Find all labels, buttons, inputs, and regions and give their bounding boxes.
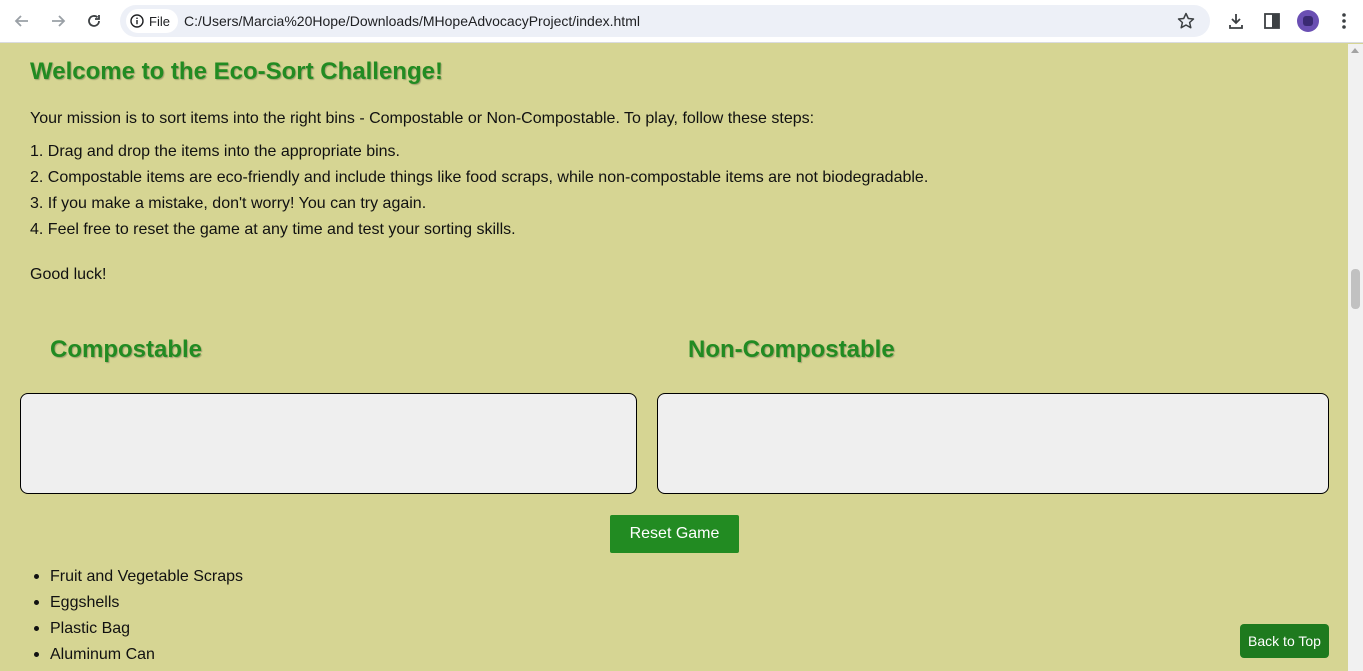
site-info-label: File — [149, 13, 170, 29]
browser-toolbar: File C:/Users/Marcia%20Hope/Downloads/MH… — [0, 0, 1363, 43]
page-content: Welcome to the Eco-Sort Challenge! Your … — [0, 44, 1348, 671]
instruction-steps: 1. Drag and drop the items into the appr… — [30, 142, 928, 246]
non-compostable-bin[interactable] — [657, 393, 1329, 494]
step-item: 3. If you make a mistake, don't worry! Y… — [30, 195, 427, 212]
url-text[interactable]: C:/Users/Marcia%20Hope/Downloads/MHopeAd… — [184, 13, 640, 29]
forward-arrow-icon[interactable] — [44, 7, 72, 35]
sortable-items-list: Fruit and Vegetable Scraps Eggshells Pla… — [33, 567, 243, 671]
non-compostable-heading: Non-Compostable — [688, 336, 895, 363]
intro-text: Your mission is to sort items into the r… — [30, 110, 815, 127]
page-title: Welcome to the Eco-Sort Challenge! — [30, 58, 443, 85]
compostable-heading: Compostable — [50, 336, 203, 363]
reload-icon[interactable] — [80, 7, 108, 35]
scroll-thumb[interactable] — [1351, 269, 1360, 309]
scroll-up-arrow-icon[interactable] — [1351, 48, 1359, 53]
side-panel-icon[interactable] — [1260, 9, 1284, 33]
star-icon[interactable] — [1176, 11, 1196, 31]
draggable-item[interactable]: Fruit and Vegetable Scraps — [33, 567, 243, 593]
back-arrow-icon[interactable] — [8, 7, 36, 35]
download-icon[interactable] — [1224, 9, 1248, 33]
step-item: 4. Feel free to reset the game at any ti… — [30, 221, 516, 238]
step-item: 2. Compostable items are eco-friendly an… — [30, 169, 929, 186]
draggable-item[interactable]: Plastic Bag — [33, 619, 243, 645]
draggable-item[interactable]: Eggshells — [33, 593, 243, 619]
site-info-chip[interactable]: File — [126, 9, 178, 33]
reset-game-button[interactable]: Reset Game — [610, 515, 739, 553]
back-to-top-button[interactable]: Back to Top — [1240, 624, 1329, 658]
address-bar[interactable]: File C:/Users/Marcia%20Hope/Downloads/MH… — [120, 5, 1210, 37]
draggable-item[interactable]: Aluminum Can — [33, 645, 243, 671]
step-item: 1. Drag and drop the items into the appr… — [30, 143, 400, 160]
good-luck-text: Good luck! — [30, 266, 107, 283]
info-icon — [130, 14, 144, 28]
scrollbar[interactable] — [1348, 44, 1363, 671]
profile-avatar[interactable] — [1297, 10, 1319, 32]
menu-dots-icon[interactable] — [1332, 9, 1356, 33]
compostable-bin[interactable] — [20, 393, 637, 494]
